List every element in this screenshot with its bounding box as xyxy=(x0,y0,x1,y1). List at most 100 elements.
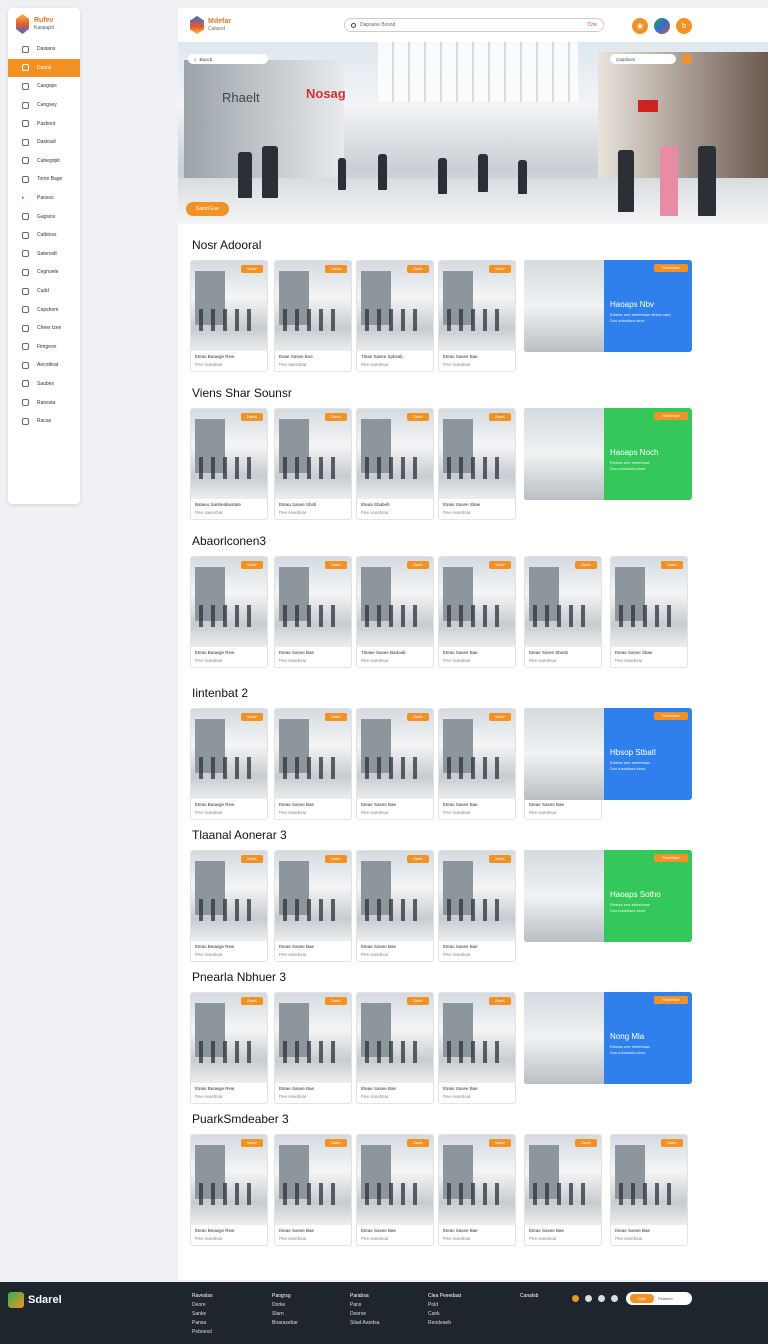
product-card[interactable]: Daelx Eteae Sasee Bae Pee sseebsar xyxy=(274,992,352,1104)
sidebar-item[interactable]: Fimgeon xyxy=(8,338,80,357)
footer-link[interactable]: Sanke xyxy=(192,1310,213,1319)
hero-search-chip[interactable]: ⌕ Baocb xyxy=(188,54,268,64)
footer-link[interactable]: Bnarasebar xyxy=(272,1319,298,1328)
hero-badge[interactable]: Sastd Ese xyxy=(186,202,229,216)
promo-banner[interactable]: Fteat Bdoe Nong Mla Eteeas serr eebebsaw D… xyxy=(524,992,692,1084)
footer-link[interactable]: Pans xyxy=(350,1301,379,1310)
sidebar-item[interactable]: Cegnoele xyxy=(8,263,80,282)
product-title: Eeae Sasee Boe xyxy=(279,354,313,359)
product-card[interactable]: Daelx Eteas Beawge Rew Pee sseebsar xyxy=(190,992,268,1104)
search-clear-button[interactable]: Cne xyxy=(588,22,597,28)
product-card[interactable]: Dabcx Eteaa Sasee Sbsb Pee sseebsar xyxy=(274,408,352,520)
product-image: Daelx xyxy=(439,851,515,941)
product-card[interactable]: Daelx Eteas Sasee Sbae Pee sseebsar xyxy=(438,408,516,520)
promo-banner[interactable]: Fteat Bdoe Haoaps Noch Eteeas serr eebebsa… xyxy=(524,408,692,500)
product-card[interactable]: Dabdx Bataeo Sanbeabeatate Pee saesnbar xyxy=(190,408,268,520)
footer-link[interactable]: Dorke xyxy=(272,1301,298,1310)
product-card[interactable]: Daelx Eteae Saree Sbesb Pee sseebsar xyxy=(524,556,602,668)
product-card[interactable]: Daelx Eteae Sasee Bae Pee sseebsar xyxy=(356,1134,434,1246)
sidebar-item[interactable]: Tome Bage xyxy=(8,170,80,189)
product-card[interactable]: Daelx Eteae Sasee Bae Pee sseebsar xyxy=(524,1134,602,1246)
sidebar-item[interactable]: Dastans xyxy=(8,40,80,59)
product-card[interactable]: Daelx Eteaa Sbabeb Pee sseebsar xyxy=(356,408,434,520)
sidebar-item[interactable]: Cangsey xyxy=(8,96,80,115)
sidebar-item[interactable]: Cheer tzen xyxy=(8,319,80,338)
globe-icon[interactable] xyxy=(654,18,670,34)
product-card[interactable]: Daelx Eteae Sasee Bae Pee sseebsar xyxy=(274,556,352,668)
orange-button-icon[interactable]: ◉ xyxy=(632,18,648,34)
hero-banner[interactable]: Rhaelt Nosag ⌕ Baocb Capsbom Sastd Ese xyxy=(178,42,768,224)
sidebar-item[interactable]: ▸ Pansos xyxy=(8,189,80,208)
product-card[interactable]: Daelx Eteae Sasee Bae Pee sseebsar xyxy=(274,708,352,820)
sidebar-item[interactable]: Satensdt xyxy=(8,245,80,264)
search-input[interactable]: Dapsane Bssnd Cne xyxy=(344,18,604,32)
sidebar-logo[interactable]: Rufev Kaspapd xyxy=(8,8,80,40)
footer-link[interactable]: Deore xyxy=(192,1301,213,1310)
product-card[interactable]: Daelx Tleaee Sasee Badoab Pee sseebsar xyxy=(356,556,434,668)
social-icon[interactable] xyxy=(598,1295,605,1302)
product-card[interactable]: Daelx Eteas Beawge Rew Pee sseebsar xyxy=(190,1134,268,1246)
hero-search-button[interactable] xyxy=(682,54,692,64)
product-card[interactable]: Daelx Tleae Sasee Spbsab Pee sseebsar xyxy=(356,260,434,372)
product-subtitle: Pee sseebsar xyxy=(361,810,389,815)
shoppers xyxy=(447,309,507,331)
product-card[interactable]: Daelx Eteae Sasee Bae Pee sseebsar xyxy=(356,708,434,820)
product-card[interactable]: Daelx Eteae Sasee Sbae Pee sseebsar xyxy=(610,556,688,668)
hero-person xyxy=(378,154,387,190)
product-card[interactable]: Daelx Eteas Beawge Rew Pee sseebsar xyxy=(190,260,268,372)
promo-banner[interactable]: Fteat Bdoe Haoaps Sotho Eteeas serr eebebs… xyxy=(524,850,692,942)
sidebar-item[interactable]: Dasnk xyxy=(8,58,80,78)
sidebar-item-label: Fimgeon xyxy=(37,343,57,350)
footer-link[interactable]: Slarn xyxy=(272,1310,298,1319)
product-card[interactable]: Daelx Eteas Sasee Bae Pee sseebsar xyxy=(438,1134,516,1246)
sidebar-item[interactable]: Cabegopit xyxy=(8,152,80,171)
footer-logo[interactable]: Sdarel xyxy=(8,1292,62,1308)
product-card[interactable]: Daelx Eteas Sasee Bae Pee sseebsar xyxy=(438,260,516,372)
footer-link[interactable]: Pold xyxy=(428,1301,461,1310)
header-logo[interactable]: Mdefar Caluest xyxy=(190,16,231,34)
promo-banner[interactable]: Fteat Bdoe Haoaps Nbv Eteeas serr eebebsaw… xyxy=(524,260,692,352)
subscribe-button[interactable]: Dab xyxy=(630,1294,654,1303)
footer-link[interactable]: Peboesd xyxy=(192,1328,213,1337)
product-card[interactable]: Daelx Eteas Sasee Bae Pee sseebsar xyxy=(438,556,516,668)
product-card[interactable]: Daelx Eteas Beawge Rew Pee sseebsar xyxy=(190,556,268,668)
social-icon[interactable] xyxy=(611,1295,618,1302)
product-card[interactable]: Daelx Eteae Sasee Bae Pee sseebsar xyxy=(356,992,434,1104)
product-card[interactable]: Daelx Eteae Sasee Bae Pee sseebsar xyxy=(610,1134,688,1246)
product-tag: Daelx xyxy=(241,713,263,721)
sidebar-item[interactable]: Aecodeat xyxy=(8,356,80,375)
product-card[interactable]: Daelx Eteae Sasee Bae Pee sseebsar xyxy=(274,850,352,962)
sidebar-item[interactable]: Ranssta xyxy=(8,393,80,412)
hero-category-chip[interactable]: Capsbom xyxy=(610,54,676,64)
subscribe-input[interactable]: Peaaleb xyxy=(658,1296,673,1301)
sidebar-item[interactable]: Dastoad xyxy=(8,133,80,152)
hero-person xyxy=(238,152,252,198)
sidebar-item[interactable]: Gagsios xyxy=(8,207,80,226)
product-card[interactable]: Caelox Eeae Sasee Boe Pee saesnbar xyxy=(274,260,352,372)
sidebar-item[interactable]: Racas xyxy=(8,412,80,431)
social-icon[interactable] xyxy=(572,1295,579,1302)
product-tag: Daelx xyxy=(407,1139,429,1147)
product-card[interactable]: Daelx Eteas Beawge Rew Pee sseebsar xyxy=(190,850,268,962)
footer-link[interactable]: Deorse xyxy=(350,1310,379,1319)
product-card[interactable]: Daelx Eteas Sasee Bae Pee sseebsar xyxy=(438,850,516,962)
sidebar-item[interactable]: Cudd xyxy=(8,282,80,301)
footer-link[interactable]: Cank xyxy=(428,1310,461,1319)
sidebar-item[interactable]: Cangsps xyxy=(8,77,80,96)
sidebar-item[interactable]: Saubes xyxy=(8,375,80,394)
product-card[interactable]: Daelx Eteas Beawge Rew Pee sseebsar xyxy=(190,708,268,820)
promo-banner[interactable]: Fteat Bdoe Hbsop Stbatl Eteeas serr eebebs… xyxy=(524,708,692,800)
product-card[interactable]: Daelx Eteas Sasee Bae Pee sseebsar xyxy=(438,992,516,1104)
product-card[interactable]: Daelx Eteas Sasee Bae Pee sseebsar xyxy=(438,708,516,820)
product-card[interactable]: Daelx Eteae Sasee Bae Pee sseebsar xyxy=(356,850,434,962)
social-icon[interactable] xyxy=(585,1295,592,1302)
footer-link[interactable]: Pansa xyxy=(192,1319,213,1328)
product-title: Eteae Sasee Bae xyxy=(279,650,315,655)
user-icon[interactable]: b xyxy=(676,18,692,34)
sidebar-item[interactable]: Cepsbom xyxy=(8,300,80,319)
footer-link[interactable]: Reodeaeb xyxy=(428,1319,461,1328)
sidebar-item[interactable]: Catbioss xyxy=(8,226,80,245)
footer-link[interactable]: Sitad Aandsa xyxy=(350,1319,379,1328)
product-card[interactable]: Daelx Eteae Sasee Bae Pee sseebsar xyxy=(274,1134,352,1246)
sidebar-item[interactable]: Pasbnot xyxy=(8,114,80,133)
